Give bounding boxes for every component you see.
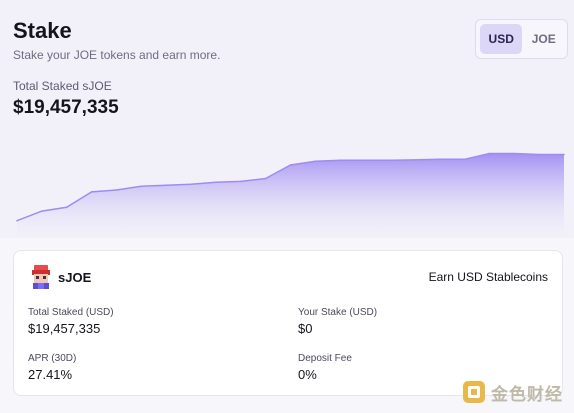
apr-label: APR (30D) — [28, 353, 77, 364]
chart-point-20 — [513, 152, 516, 155]
watermark-text: 金色财经 — [491, 384, 563, 405]
watermark-logo-icon — [463, 381, 485, 403]
chart-point-8 — [215, 181, 217, 184]
chart-point-18 — [463, 158, 466, 161]
page-subtitle: Stake your JOE tokens and earn more. — [13, 48, 221, 62]
page-title: Stake — [13, 18, 72, 43]
total-staked-value: $19,457,335 — [13, 97, 119, 118]
stake-header-panel: Stake Stake your JOE tokens and earn mor… — [0, 0, 574, 238]
chart-point-15 — [389, 159, 391, 161]
total-staked-label: Total Staked sJOE — [13, 79, 112, 93]
chart-point-10 — [264, 177, 267, 180]
your-stake-value: $0 — [298, 321, 313, 336]
currency-toggle: USD JOE — [475, 19, 568, 59]
deposit-fee-value: 0% — [298, 367, 317, 382]
sjoe-pool-card[interactable]: sJOE Earn USD Stablecoins Total Staked (… — [13, 250, 563, 396]
currency-joe-button[interactable]: JOE — [524, 24, 563, 54]
deposit-fee-label: Deposit Fee — [298, 353, 352, 364]
chart-point-4 — [115, 189, 118, 191]
chart-point-22 — [563, 153, 565, 156]
currency-usd-button[interactable]: USD — [480, 24, 523, 54]
chart-point-12 — [314, 160, 317, 162]
chart-point-14 — [364, 159, 366, 161]
chart-point-1 — [41, 210, 43, 212]
total-staked-usd-label: Total Staked (USD) — [28, 307, 114, 318]
token-name: sJOE — [58, 270, 92, 285]
your-stake-label: Your Stake (USD) — [298, 307, 378, 318]
watermark: 金色财经 — [462, 379, 563, 405]
chart-point-13 — [339, 159, 342, 161]
chart-point-19 — [488, 152, 491, 155]
chart-point-16 — [414, 159, 416, 161]
chart-point-6 — [165, 184, 167, 186]
chart-point-3 — [90, 191, 93, 193]
chart-point-5 — [140, 185, 143, 187]
chart-point-21 — [538, 153, 540, 156]
chart-point-11 — [289, 164, 292, 166]
apr-value: 27.41% — [28, 367, 73, 382]
earn-label: Earn USD Stablecoins — [428, 270, 548, 284]
chart-point-2 — [65, 206, 68, 209]
chart-area-fill — [17, 153, 564, 238]
chart-point-7 — [190, 183, 192, 185]
chart-point-0 — [16, 219, 18, 222]
chart-point-17 — [438, 158, 441, 161]
chart-point-9 — [240, 180, 242, 183]
staked-area-chart — [16, 152, 565, 238]
sjoe-token-icon — [32, 265, 50, 289]
total-staked-usd-value: $19,457,335 — [28, 321, 101, 336]
